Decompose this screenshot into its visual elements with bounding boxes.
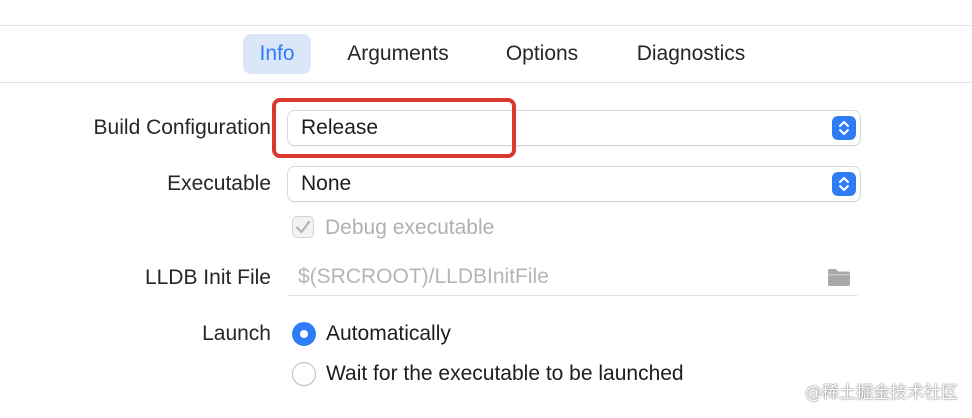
radio-unselected-icon[interactable] — [292, 362, 316, 386]
checkmark-icon — [295, 220, 311, 234]
build-configuration-popup[interactable]: Release — [288, 111, 860, 145]
executable-popup[interactable]: None — [288, 167, 860, 201]
tab-info[interactable]: Info — [243, 34, 311, 74]
executable-value: None — [301, 172, 352, 195]
lldb-init-file-field[interactable]: $(SRCROOT)/LLDBInitFile — [288, 259, 858, 296]
lldb-init-file-placeholder: $(SRCROOT)/LLDBInitFile — [298, 265, 549, 288]
tab-diagnostics[interactable]: Diagnostics — [618, 34, 764, 74]
build-configuration-value: Release — [301, 116, 379, 139]
executable-label: Executable — [167, 172, 271, 195]
launch-label: Launch — [202, 322, 271, 345]
launch-wait-label: Wait for the executable to be launched — [326, 362, 684, 385]
tab-options[interactable]: Options — [490, 34, 594, 74]
build-configuration-label: Build Configuration — [93, 116, 271, 139]
popup-stepper-icon — [832, 172, 856, 196]
scheme-tab-bar: Info Arguments Options Diagnostics — [0, 34, 972, 76]
tab-arguments[interactable]: Arguments — [332, 34, 464, 74]
launch-automatically-label: Automatically — [326, 322, 451, 345]
watermark: @稀土掘金技术社区 — [805, 383, 958, 403]
popup-stepper-icon — [832, 116, 856, 140]
debug-executable-label: Debug executable — [325, 216, 495, 239]
lldb-init-file-label: LLDB Init File — [144, 266, 271, 289]
folder-icon[interactable] — [826, 266, 852, 288]
tab-divider — [0, 82, 972, 83]
radio-selected-icon[interactable] — [292, 322, 316, 346]
debug-executable-checkbox[interactable] — [292, 216, 314, 238]
top-divider — [0, 25, 972, 26]
